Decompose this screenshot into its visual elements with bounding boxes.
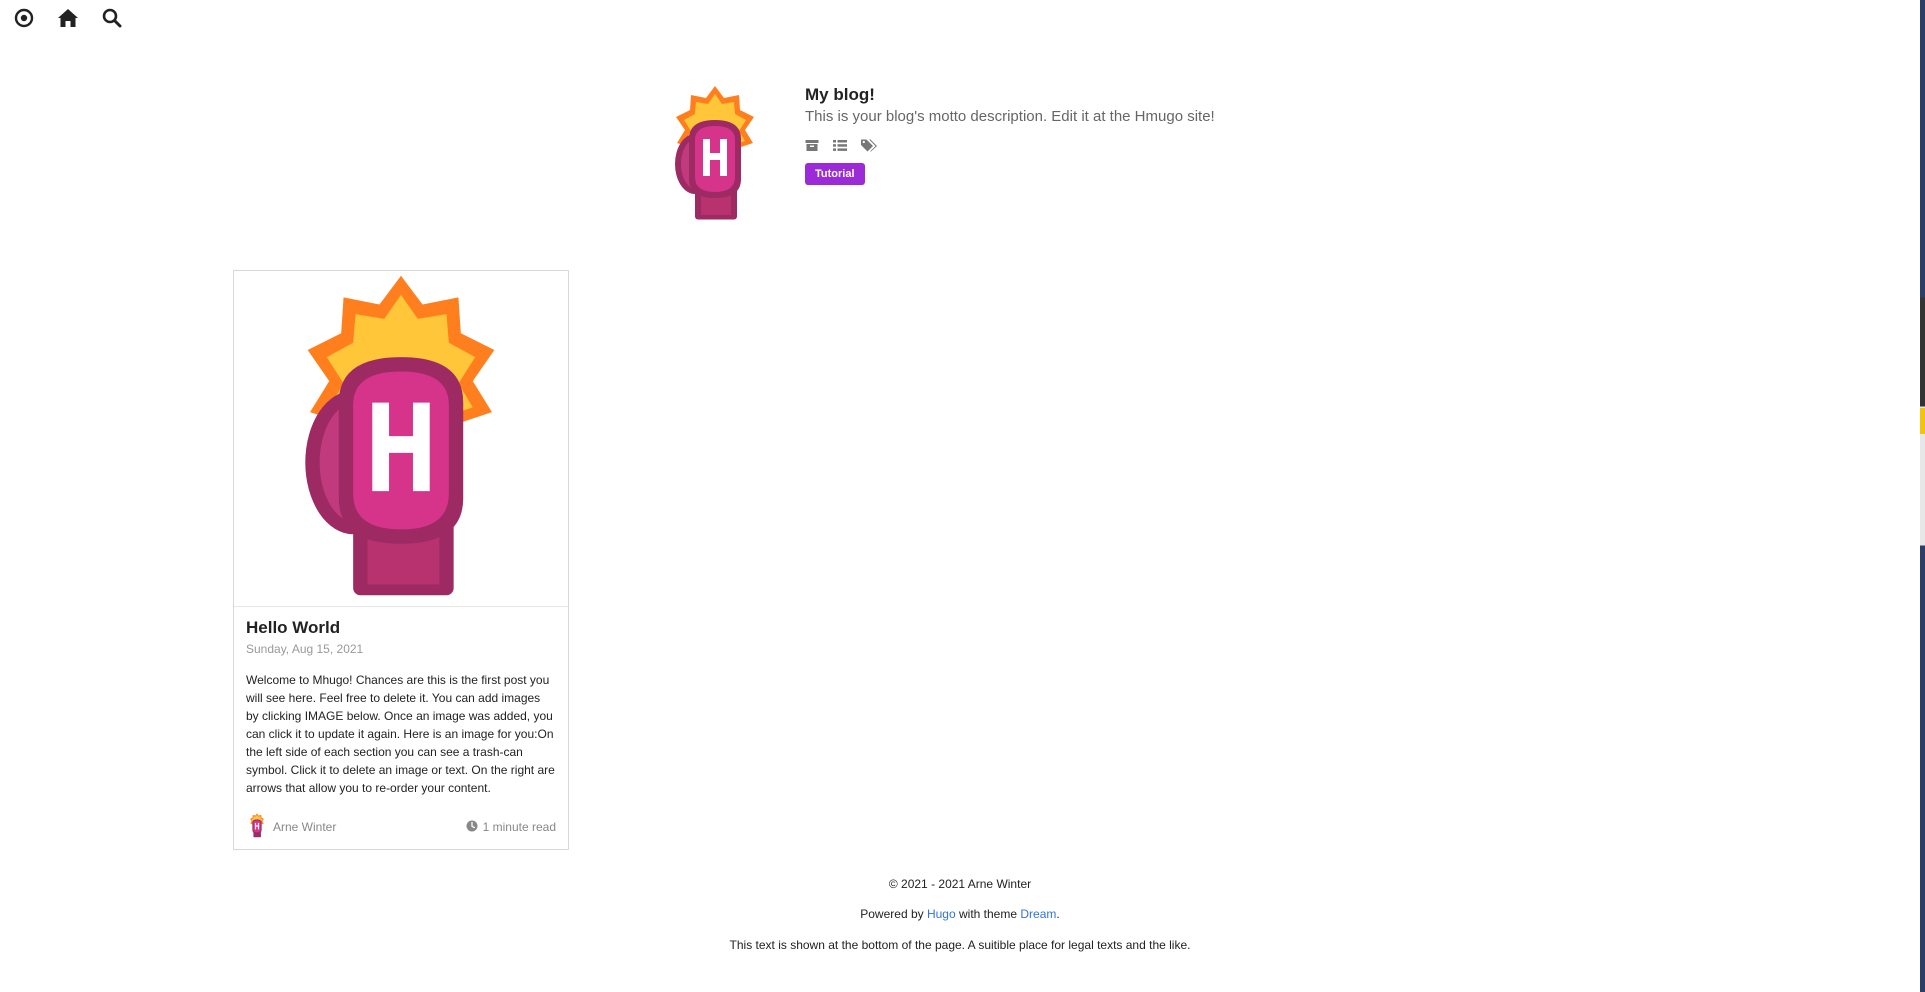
window-edge: [1920, 0, 1925, 992]
blog-header: My blog! This is your blog's motto descr…: [665, 84, 1215, 224]
post-excerpt: Welcome to Mhugo! Chances are this is th…: [246, 673, 555, 795]
author[interactable]: Arne Winter: [248, 813, 336, 841]
author-avatar: [248, 813, 266, 841]
blog-title[interactable]: My blog!: [805, 84, 1215, 106]
read-time: 1 minute read: [466, 820, 556, 835]
read-time-label: 1 minute read: [482, 820, 556, 834]
blog-logo[interactable]: [665, 84, 765, 224]
dream-theme-link[interactable]: Dream: [1020, 907, 1056, 921]
top-nav: [12, 6, 124, 30]
footer-powered: Powered by Hugo with theme Dream.: [0, 907, 1920, 921]
powered-middle: with theme: [959, 907, 1018, 921]
clock-icon: [466, 820, 478, 835]
dream-circle-icon[interactable]: [12, 6, 36, 30]
footer-copyright: © 2021 - 2021 Arne Winter: [888, 877, 1032, 891]
list-icon[interactable]: [833, 139, 847, 152]
header-icons: [805, 139, 1215, 152]
archive-icon[interactable]: [805, 139, 819, 152]
post-image[interactable]: [234, 271, 568, 607]
blog-motto: This is your blog's motto description. E…: [805, 108, 1215, 125]
post-date: Sunday, Aug 15, 2021: [246, 642, 364, 656]
post-footer: Arne Winter 1 minute read: [248, 813, 556, 841]
powered-suffix: .: [1056, 907, 1060, 921]
post-body: Hello World Sunday, Aug 15, 2021 Welcome…: [234, 607, 568, 797]
tags-icon[interactable]: [861, 139, 878, 152]
tag-tutorial-button[interactable]: Tutorial: [805, 163, 865, 185]
home-icon[interactable]: [56, 6, 80, 30]
post-card[interactable]: Hello World Sunday, Aug 15, 2021 Welcome…: [233, 270, 569, 850]
footer-legal: This text is shown at the bottom of the …: [729, 938, 1191, 952]
blog-info: My blog! This is your blog's motto descr…: [805, 84, 1215, 224]
author-name: Arne Winter: [273, 820, 337, 834]
post-title[interactable]: Hello World: [246, 617, 556, 639]
search-icon[interactable]: [100, 6, 124, 30]
hugo-link[interactable]: Hugo: [927, 907, 956, 921]
powered-prefix: Powered by: [860, 907, 924, 921]
